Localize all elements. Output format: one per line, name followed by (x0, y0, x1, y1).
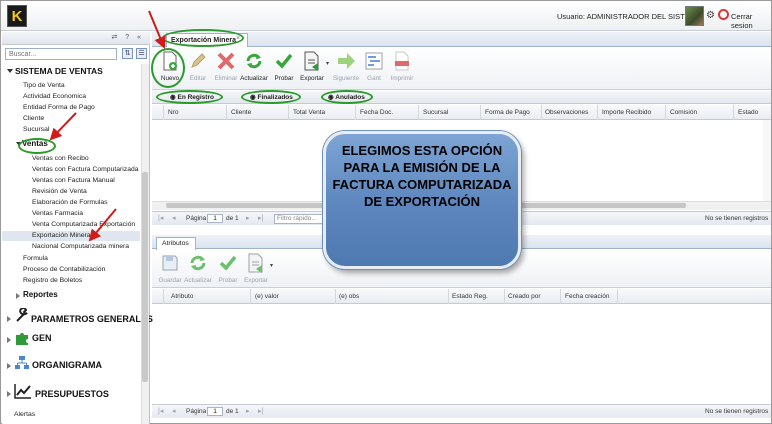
callout-text: ELEGIMOS ESTA OPCIÓN PARA LA EMISIÓN DE … (332, 143, 512, 209)
arrow-to-exportacion-minera (88, 208, 117, 242)
callout-bubble: ELEGIMOS ESTA OPCIÓN PARA LA EMISIÓN DE … (323, 131, 521, 269)
arrow-to-ventas (49, 112, 77, 141)
arrow-to-new-button (148, 10, 166, 49)
app-window: K Usuario: ADMINISTRADOR DEL SISTEMA ⚙ C… (0, 0, 772, 424)
